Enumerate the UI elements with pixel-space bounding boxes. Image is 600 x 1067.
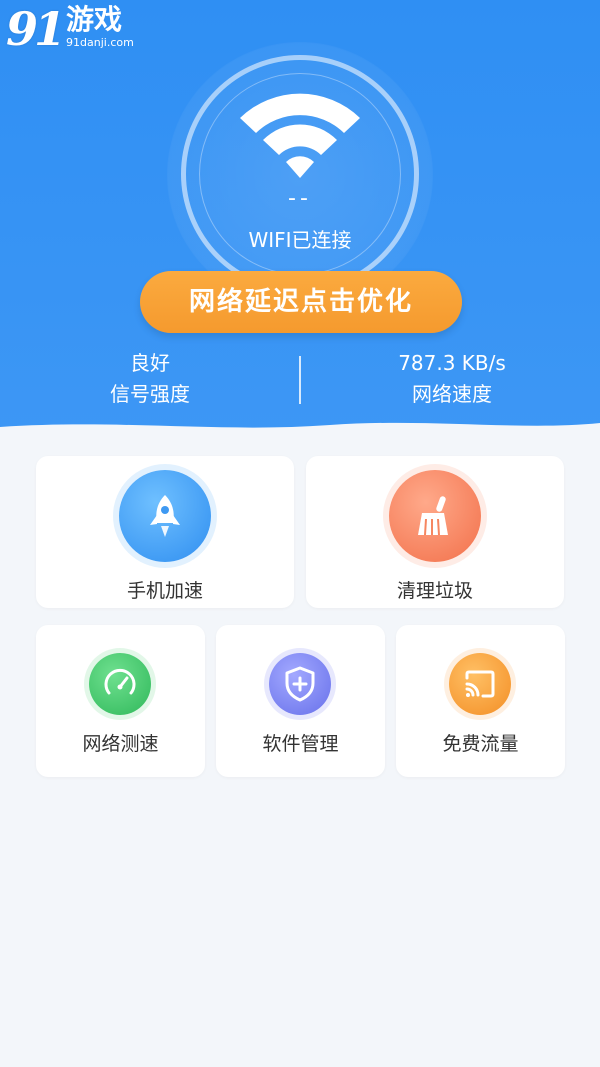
network-speed-value: 787.3 KB/s bbox=[398, 351, 506, 375]
cast-icon bbox=[449, 653, 511, 715]
app-manage-card[interactable]: 软件管理 bbox=[216, 625, 385, 777]
speed-test-label: 网络测速 bbox=[82, 733, 159, 755]
app-manage-label: 软件管理 bbox=[262, 733, 339, 755]
header-panel: 91 游戏 91danji.com -- WIFI已连接 网络延迟点击优化 良好… bbox=[0, 0, 600, 440]
clean-trash-label: 清理垃圾 bbox=[396, 580, 473, 602]
wifi-icon bbox=[240, 93, 360, 178]
speed-test-card[interactable]: 网络测速 bbox=[36, 625, 205, 777]
broom-icon bbox=[389, 470, 481, 562]
optimize-latency-button[interactable]: 网络延迟点击优化 bbox=[140, 271, 462, 333]
watermark-url: 91danji.com bbox=[66, 36, 134, 49]
network-speed-label: 网络速度 bbox=[412, 382, 492, 406]
clean-trash-card[interactable]: 清理垃圾 bbox=[306, 456, 564, 608]
phone-boost-label: 手机加速 bbox=[126, 580, 203, 602]
header-wave bbox=[0, 422, 600, 440]
signal-strength-value: 良好 bbox=[130, 351, 170, 375]
watermark-number: 91 bbox=[6, 2, 66, 56]
watermark: 91 游戏 91danji.com bbox=[6, 2, 134, 56]
free-data-card[interactable]: 免费流量 bbox=[396, 625, 565, 777]
signal-value: -- bbox=[288, 186, 312, 211]
watermark-name: 游戏 bbox=[66, 3, 123, 36]
signal-strength-label: 信号强度 bbox=[110, 382, 190, 406]
phone-boost-card[interactable]: 手机加速 bbox=[36, 456, 294, 608]
signal-strength-stat: 良好 信号强度 bbox=[50, 350, 250, 408]
speedometer-icon bbox=[89, 653, 151, 715]
rocket-icon bbox=[119, 470, 211, 562]
stats-divider bbox=[299, 356, 301, 404]
network-speed-stat: 787.3 KB/s 网络速度 bbox=[352, 350, 552, 408]
wifi-status-text: WIFI已连接 bbox=[248, 228, 352, 252]
shield-plus-icon bbox=[269, 653, 331, 715]
free-data-label: 免费流量 bbox=[442, 733, 519, 755]
